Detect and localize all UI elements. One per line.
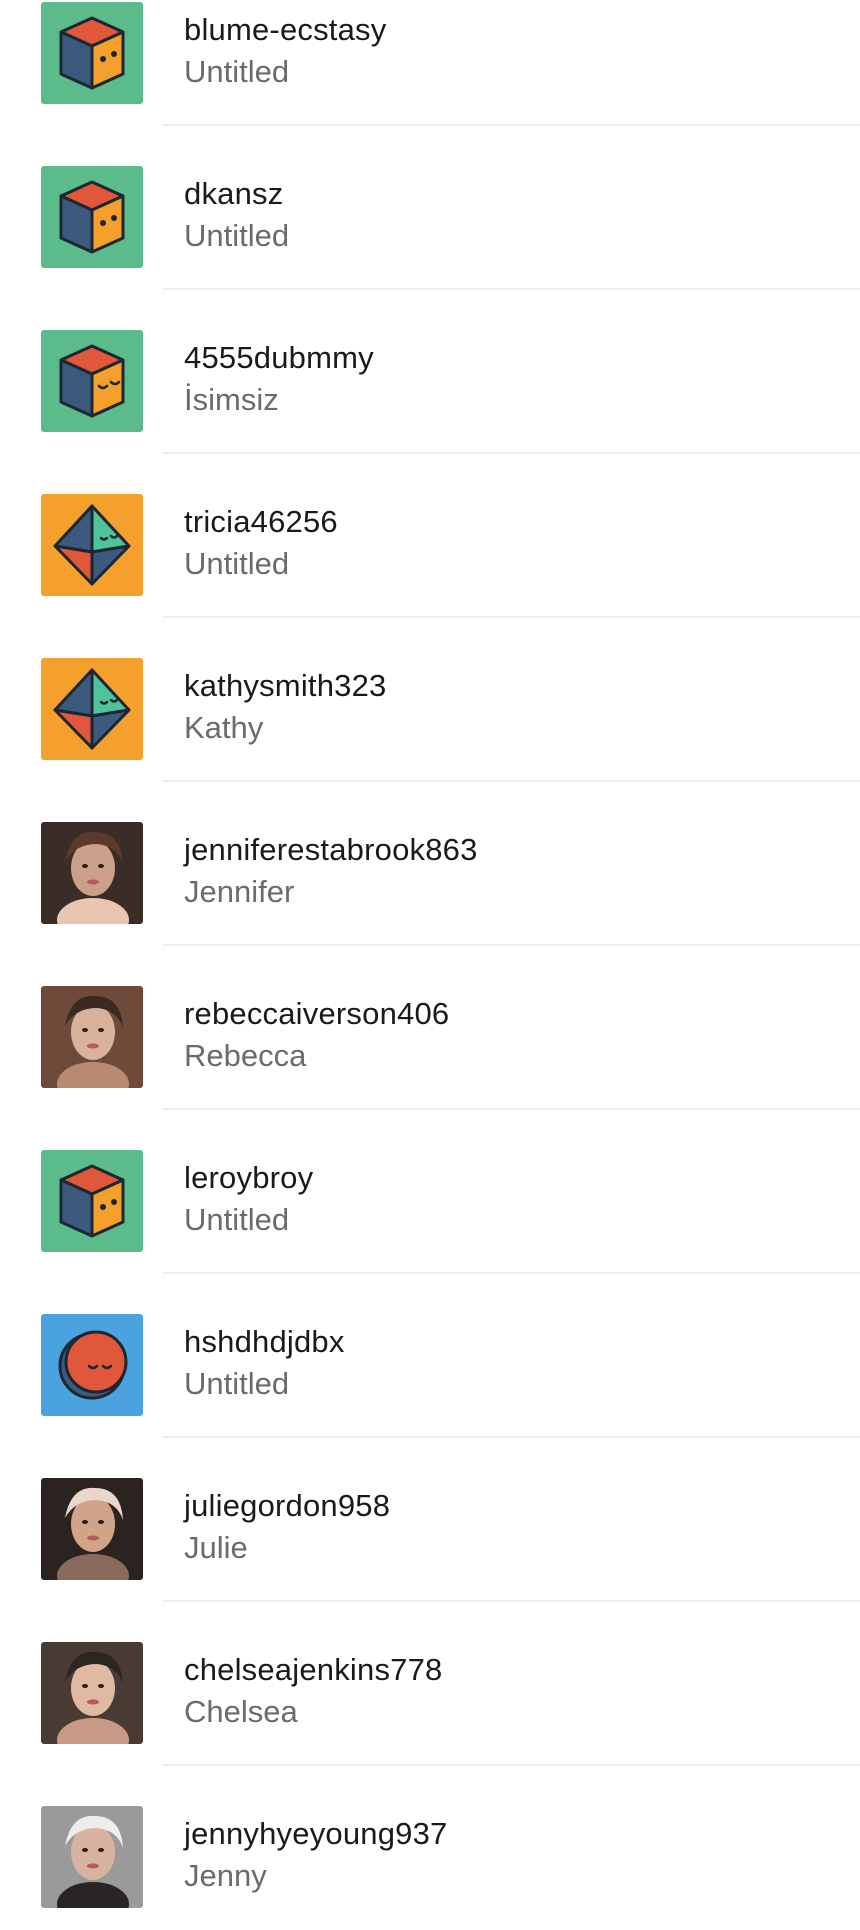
user-text: 4555dubmmy İsimsiz <box>184 338 374 420</box>
user-text: hshdhdjdbx Untitled <box>184 1322 345 1404</box>
username[interactable]: 4555dubmmy <box>184 338 374 378</box>
user-text: jenniferestabrook863 Jennifer <box>184 830 478 912</box>
list-item[interactable]: leroybroy Untitled <box>0 1110 860 1274</box>
blog-title: Untitled <box>184 1202 290 1237</box>
username[interactable]: hshdhdjdbx <box>184 1322 345 1362</box>
username[interactable]: juliegordon958 <box>184 1486 390 1526</box>
avatar[interactable] <box>41 1642 143 1744</box>
blog-title: Chelsea <box>184 1694 298 1729</box>
avatar[interactable] <box>41 1478 143 1580</box>
username[interactable]: blume-ecstasy <box>184 10 386 50</box>
username[interactable]: dkansz <box>184 174 289 214</box>
moon-face-icon[interactable] <box>41 1314 143 1416</box>
user-text: leroybroy Untitled <box>184 1158 313 1240</box>
username[interactable]: rebeccaiverson406 <box>184 994 449 1034</box>
list-item[interactable]: hshdhdjdbx Untitled <box>0 1274 860 1438</box>
blog-title: Rebecca <box>184 1038 307 1073</box>
username[interactable]: tricia46256 <box>184 502 338 542</box>
cube-sleepy-icon[interactable] <box>41 330 143 432</box>
cube-icon[interactable] <box>41 2 143 104</box>
octahedron-icon[interactable] <box>41 658 143 760</box>
blog-title: Julie <box>184 1530 248 1565</box>
list-item[interactable]: tricia46256 Untitled <box>0 454 860 618</box>
octahedron-icon[interactable] <box>41 494 143 596</box>
list-item[interactable]: 4555dubmmy İsimsiz <box>0 290 860 454</box>
blog-title: Jennifer <box>184 874 295 909</box>
username[interactable]: kathysmith323 <box>184 666 386 706</box>
username[interactable]: chelseajenkins778 <box>184 1650 442 1690</box>
blog-title: Untitled <box>184 218 290 253</box>
username[interactable]: leroybroy <box>184 1158 313 1198</box>
list-item[interactable]: blume-ecstasy Untitled <box>0 0 860 126</box>
list-item[interactable]: kathysmith323 Kathy <box>0 618 860 782</box>
blog-title: Untitled <box>184 546 290 581</box>
user-text: blume-ecstasy Untitled <box>184 10 386 92</box>
list-item[interactable]: jenniferestabrook863 Jennifer <box>0 782 860 946</box>
blog-title: Kathy <box>184 710 264 745</box>
username[interactable]: jenniferestabrook863 <box>184 830 478 870</box>
blog-title: Untitled <box>184 54 290 89</box>
list-item[interactable]: jennyhyeyoung937 Jenny <box>0 1766 860 1930</box>
avatar[interactable] <box>41 986 143 1088</box>
blog-title: Untitled <box>184 1366 290 1401</box>
list-item[interactable]: juliegordon958 Julie <box>0 1438 860 1602</box>
user-text: kathysmith323 Kathy <box>184 666 386 748</box>
blog-title: İsimsiz <box>184 382 279 417</box>
avatar[interactable] <box>41 1806 143 1908</box>
user-list: blume-ecstasy Untitled dkansz Untitled 455… <box>0 0 860 1930</box>
cube-icon[interactable] <box>41 166 143 268</box>
avatar[interactable] <box>41 822 143 924</box>
username[interactable]: jennyhyeyoung937 <box>184 1814 447 1854</box>
user-text: jennyhyeyoung937 Jenny <box>184 1814 447 1896</box>
list-item[interactable]: rebeccaiverson406 Rebecca <box>0 946 860 1110</box>
user-text: dkansz Untitled <box>184 174 289 256</box>
user-text: juliegordon958 Julie <box>184 1486 390 1568</box>
list-item[interactable]: dkansz Untitled <box>0 126 860 290</box>
cube-icon[interactable] <box>41 1150 143 1252</box>
user-text: tricia46256 Untitled <box>184 502 338 584</box>
user-text: rebeccaiverson406 Rebecca <box>184 994 449 1076</box>
list-item[interactable]: chelseajenkins778 Chelsea <box>0 1602 860 1766</box>
blog-title: Jenny <box>184 1858 267 1893</box>
user-text: chelseajenkins778 Chelsea <box>184 1650 442 1732</box>
